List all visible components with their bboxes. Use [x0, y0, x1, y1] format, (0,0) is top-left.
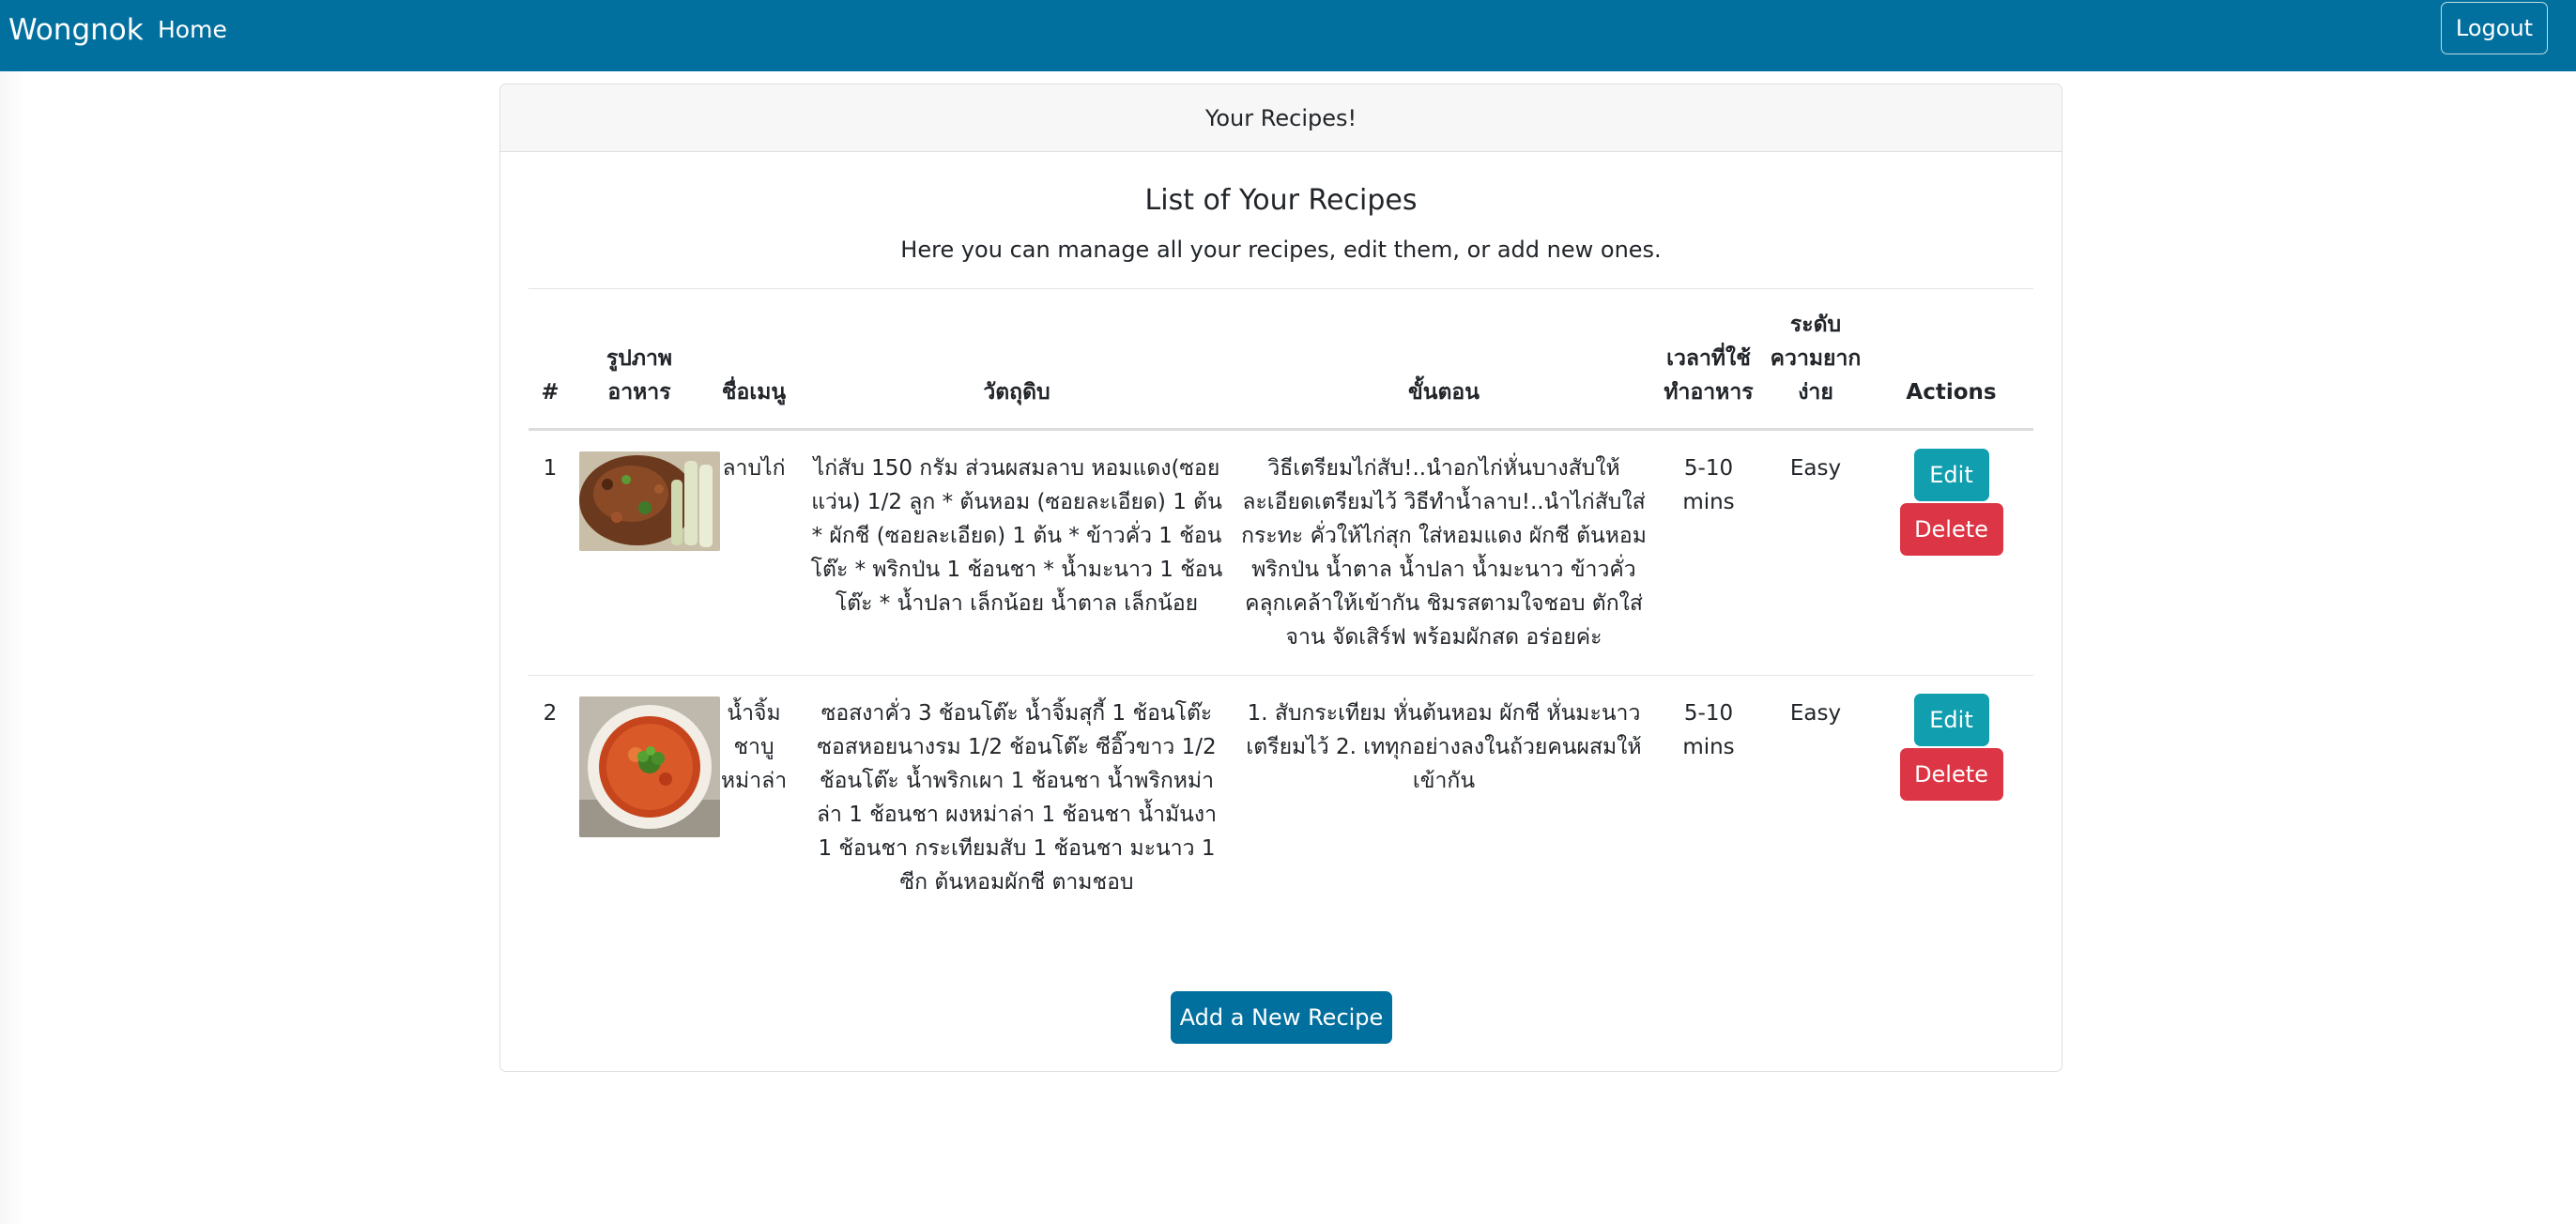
column-header-ingredients: วัตถุดิบ — [801, 289, 1233, 431]
table-row: 1 ลาบไก่ ไก่สับ 150 กรัม ส่วนผสมลาบ หอมแ… — [529, 429, 2033, 676]
recipe-steps: วิธีเตรียมไก่สับ!..นำอกไก่หั่นบางสับให้ล… — [1233, 429, 1655, 676]
recipe-steps: 1. สับกระเทียม หั่นต้นหอม ผักชี หั่นมะนา… — [1246, 701, 1642, 793]
recipe-time: 5-10 mins — [1682, 701, 1735, 759]
edit-button[interactable]: Edit — [1913, 449, 1989, 501]
recipes-card: Your Recipes! List of Your Recipes Here … — [499, 84, 2062, 1072]
add-new-recipe-button[interactable]: Add a New Recipe — [1171, 991, 1392, 1044]
card-header: Your Recipes! — [500, 84, 2062, 152]
recipe-name: ลาบไก่ — [707, 429, 801, 676]
brand-logo[interactable]: Wongnok — [8, 11, 144, 49]
column-header-steps: ขั้นตอน — [1233, 289, 1655, 431]
column-header-image: รูปภาพอาหาร — [572, 289, 707, 431]
top-navbar: Wongnok Home Logout — [0, 0, 2576, 71]
recipe-image-cell — [572, 429, 720, 676]
column-header-actions: Actions — [1869, 289, 2033, 431]
left-edge-shadow — [0, 71, 24, 1224]
table-row: 2 น้ำจิ้มชาบูหม่าล่า ซอสงาคั่ว 3 ช้อนโต๊… — [529, 676, 2033, 921]
row-number: 1 — [529, 429, 572, 676]
column-header-number: # — [529, 289, 572, 431]
delete-button[interactable]: Delete — [1899, 748, 2003, 801]
recipe-actions: Edit Delete — [1869, 429, 2033, 676]
recipe-difficulty: Easy — [1789, 701, 1842, 726]
page-title: List of Your Recipes — [1144, 184, 1418, 217]
column-header-name: ชื่อเมนู — [707, 289, 801, 431]
table-header-row: # รูปภาพอาหาร ชื่อเมนู วัตถุดิบ ขั้นตอน … — [529, 289, 2033, 431]
nam-jim-image — [579, 696, 720, 837]
larb-gai-image — [579, 451, 720, 551]
column-header-difficulty: ระดับความยากง่าย — [1762, 289, 1869, 431]
logout-button[interactable]: Logout — [2441, 2, 2548, 54]
recipe-difficulty: Easy — [1762, 429, 1869, 676]
recipe-name: น้ำจิ้มชาบูหม่าล่า — [720, 701, 788, 793]
row-number: 2 — [543, 701, 558, 726]
edit-button[interactable]: Edit — [1913, 694, 1989, 746]
recipe-time: 5-10 mins — [1655, 429, 1762, 676]
recipe-actions: Edit Delete — [1869, 676, 2033, 921]
recipe-image-cell — [572, 676, 720, 921]
delete-button[interactable]: Delete — [1899, 503, 2003, 556]
nav-link-home[interactable]: Home — [158, 13, 227, 47]
column-header-time: เวลาที่ใช้ทำอาหาร — [1655, 289, 1762, 431]
recipe-ingredients: ไก่สับ 150 กรัม ส่วนผสมลาบ หอมแดง(ซอยแว่… — [801, 429, 1233, 676]
recipe-ingredients: ซอสงาคั่ว 3 ช้อนโต๊ะ น้ำจิ้มสุกี้ 1 ช้อน… — [816, 701, 1218, 895]
page-subtitle: Here you can manage all your recipes, ed… — [900, 237, 1662, 263]
recipes-table: # รูปภาพอาหาร ชื่อเมนู วัตถุดิบ ขั้นตอน … — [529, 289, 2033, 920]
